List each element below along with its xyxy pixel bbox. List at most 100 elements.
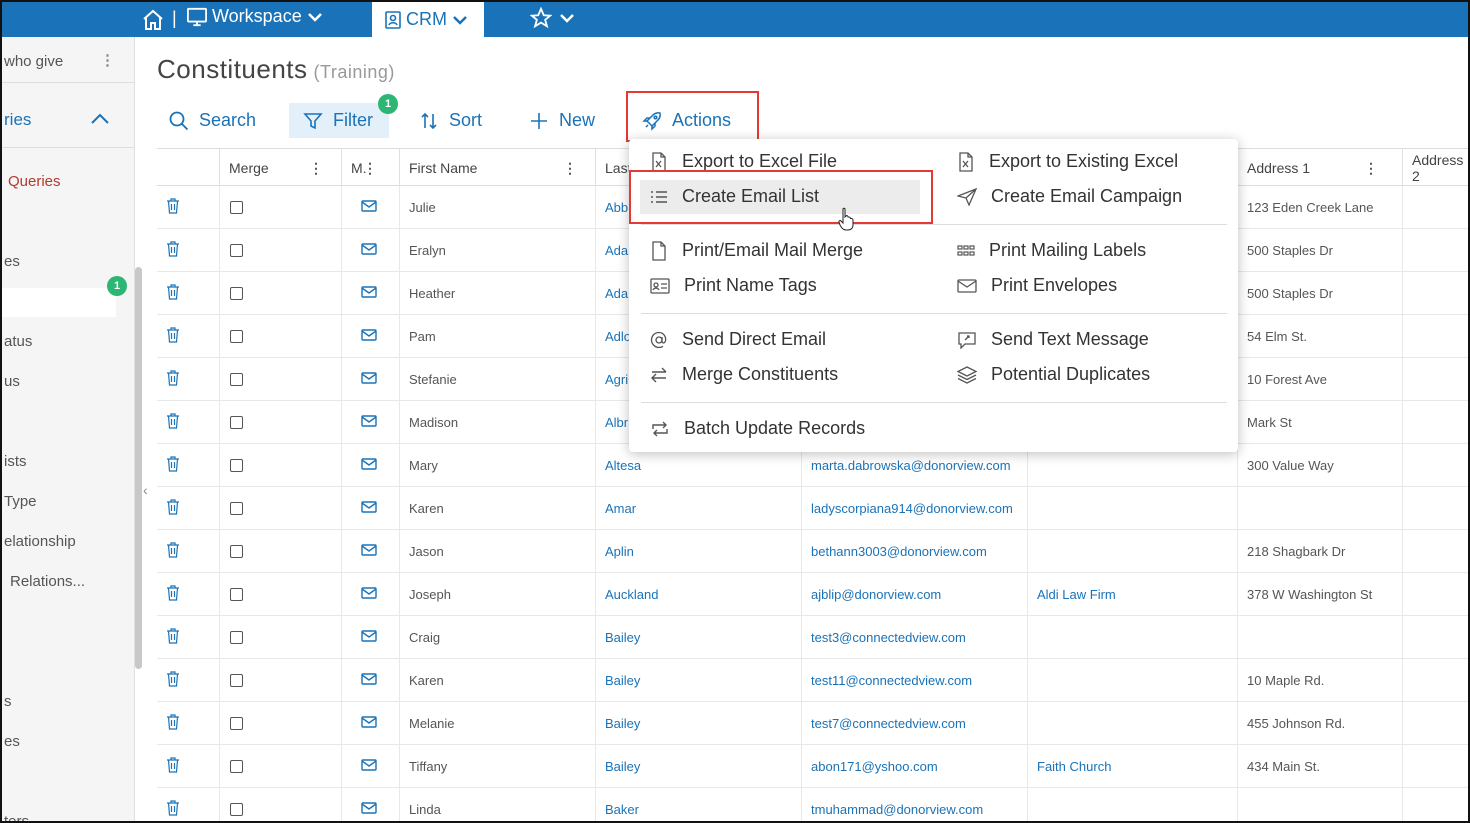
menu-item-create-email-list[interactable]: Create Email List — [650, 186, 819, 207]
menu-item-export-existing-excel[interactable]: Export to Existing Excel — [957, 151, 1178, 172]
table-row[interactable]: Jason Aplin bethann3003@donorview.com 218 S… — [157, 530, 1468, 573]
email-link[interactable]: marta.dabrowska@donorview.com — [811, 458, 1011, 473]
sort-button[interactable]: Sort — [407, 103, 494, 138]
search-button[interactable]: Search — [157, 103, 268, 138]
trash-icon[interactable] — [166, 800, 180, 819]
header-first-name[interactable]: First Name ⋮ — [399, 149, 595, 187]
menu-item-email-campaign[interactable]: Create Email Campaign — [957, 186, 1182, 207]
sidebar-item[interactable]: us — [4, 373, 20, 390]
merge-checkbox[interactable] — [230, 631, 243, 644]
workspace-menu[interactable]: Workspace — [186, 6, 324, 27]
email-link[interactable]: ajblip@donorview.com — [811, 587, 941, 602]
email-link[interactable]: abon171@yshoo.com — [811, 759, 938, 774]
chevron-up-icon[interactable] — [90, 113, 110, 125]
merge-checkbox[interactable] — [230, 717, 243, 730]
merge-checkbox[interactable] — [230, 459, 243, 472]
menu-item-mailing-labels[interactable]: Print Mailing Labels — [957, 240, 1146, 261]
merge-checkbox[interactable] — [230, 287, 243, 300]
merge-checkbox[interactable] — [230, 201, 243, 214]
trash-icon[interactable] — [166, 542, 180, 561]
sidebar-item-lists[interactable]: ists — [4, 453, 27, 470]
sidebar-item[interactable]: ters — [4, 813, 29, 821]
merge-checkbox[interactable] — [230, 416, 243, 429]
mail-icon[interactable] — [361, 587, 377, 602]
header-address-2[interactable]: Address 2 — [1402, 149, 1468, 187]
trash-icon[interactable] — [166, 370, 180, 389]
table-row[interactable]: Craig Bailey test3@connectedview.com — [157, 616, 1468, 659]
menu-item-export-excel[interactable]: Export to Excel File — [650, 151, 837, 172]
actions-button[interactable]: Actions — [630, 103, 743, 138]
filter-button[interactable]: Filter — [289, 103, 389, 138]
mail-icon[interactable] — [361, 415, 377, 430]
trash-icon[interactable] — [166, 757, 180, 776]
email-link[interactable]: ladyscorpiana914@donorview.com — [811, 501, 1013, 516]
last-name-link[interactable]: Auckland — [605, 587, 658, 602]
sidebar-item-type[interactable]: Type — [4, 493, 37, 510]
company-link[interactable]: Aldi Law Firm — [1037, 587, 1116, 602]
last-name-link[interactable]: Bailey — [605, 716, 640, 731]
last-name-link[interactable]: Abb — [605, 200, 628, 215]
table-row[interactable]: Linda Baker tmuhammad@donorview.com — [157, 788, 1468, 821]
trash-icon[interactable] — [166, 585, 180, 604]
favorites-menu[interactable] — [530, 7, 576, 29]
column-menu-icon[interactable]: ⋮ — [563, 160, 577, 177]
column-menu-icon[interactable]: ⋮ — [363, 160, 377, 177]
menu-item-envelopes[interactable]: Print Envelopes — [957, 275, 1117, 296]
mail-icon[interactable] — [361, 501, 377, 516]
trash-icon[interactable] — [166, 456, 180, 475]
table-row[interactable]: Karen Amar ladyscorpiana914@donorview.com — [157, 487, 1468, 530]
merge-checkbox[interactable] — [230, 803, 243, 816]
sidebar-item[interactable]: s — [4, 693, 12, 710]
menu-item-merge-constituents[interactable]: Merge Constituents — [650, 364, 838, 385]
menu-item-batch-update[interactable]: Batch Update Records — [650, 418, 865, 439]
mail-icon[interactable] — [361, 286, 377, 301]
mail-icon[interactable] — [361, 200, 377, 215]
sidebar-item-queries[interactable]: Queries — [8, 173, 61, 190]
menu-item-text-message[interactable]: Send Text Message — [957, 329, 1149, 350]
sidebar-item-relations[interactable]: Relations... — [10, 573, 85, 590]
menu-item-name-tags[interactable]: Print Name Tags — [650, 275, 817, 296]
trash-icon[interactable] — [166, 628, 180, 647]
table-row[interactable]: Tiffany Bailey abon171@yshoo.com Faith Chur… — [157, 745, 1468, 788]
last-name-link[interactable]: Altesa — [605, 458, 641, 473]
table-row[interactable]: Karen Bailey test11@connectedview.com 10 Ma… — [157, 659, 1468, 702]
email-link[interactable]: test7@connectedview.com — [811, 716, 966, 731]
mail-icon[interactable] — [361, 458, 377, 473]
sidebar-item-status[interactable]: atus — [4, 333, 32, 350]
last-name-link[interactable]: Bailey — [605, 630, 640, 645]
last-name-link[interactable]: Amar — [605, 501, 636, 516]
menu-item-mail-merge[interactable]: Print/Email Mail Merge — [650, 240, 863, 261]
trash-icon[interactable] — [166, 284, 180, 303]
sidebar-item[interactable]: es — [4, 253, 20, 270]
mail-icon[interactable] — [361, 802, 377, 817]
tab-crm[interactable]: CRM — [372, 2, 484, 37]
merge-checkbox[interactable] — [230, 502, 243, 515]
mail-icon[interactable] — [361, 329, 377, 344]
mail-icon[interactable] — [361, 716, 377, 731]
sidebar-item-who-give[interactable]: who give — [4, 53, 63, 70]
mail-icon[interactable] — [361, 673, 377, 688]
header-merge[interactable]: Merge ⋮ — [219, 149, 341, 187]
trash-icon[interactable] — [166, 198, 180, 217]
sidebar-scrollbar[interactable] — [135, 267, 142, 669]
last-name-link[interactable]: Albri — [605, 415, 631, 430]
last-name-link[interactable]: Baker — [605, 802, 639, 817]
mail-icon[interactable] — [361, 372, 377, 387]
last-name-link[interactable]: Adlo — [605, 329, 631, 344]
trash-icon[interactable] — [166, 241, 180, 260]
merge-checkbox[interactable] — [230, 760, 243, 773]
merge-checkbox[interactable] — [230, 674, 243, 687]
trash-icon[interactable] — [166, 327, 180, 346]
last-name-link[interactable]: Bailey — [605, 759, 640, 774]
new-button[interactable]: New — [517, 103, 607, 138]
mail-icon[interactable] — [361, 544, 377, 559]
collapse-sidebar-icon[interactable]: ‹ — [143, 482, 148, 498]
mail-icon[interactable] — [361, 243, 377, 258]
menu-item-direct-email[interactable]: Send Direct Email — [650, 329, 826, 350]
header-address-1[interactable]: Address 1 ⋮ — [1237, 149, 1402, 187]
email-link[interactable]: test11@connectedview.com — [811, 673, 972, 688]
mail-icon[interactable] — [361, 759, 377, 774]
sidebar-item-selected[interactable] — [2, 288, 116, 317]
merge-checkbox[interactable] — [230, 244, 243, 257]
company-link[interactable]: Faith Church — [1037, 759, 1111, 774]
